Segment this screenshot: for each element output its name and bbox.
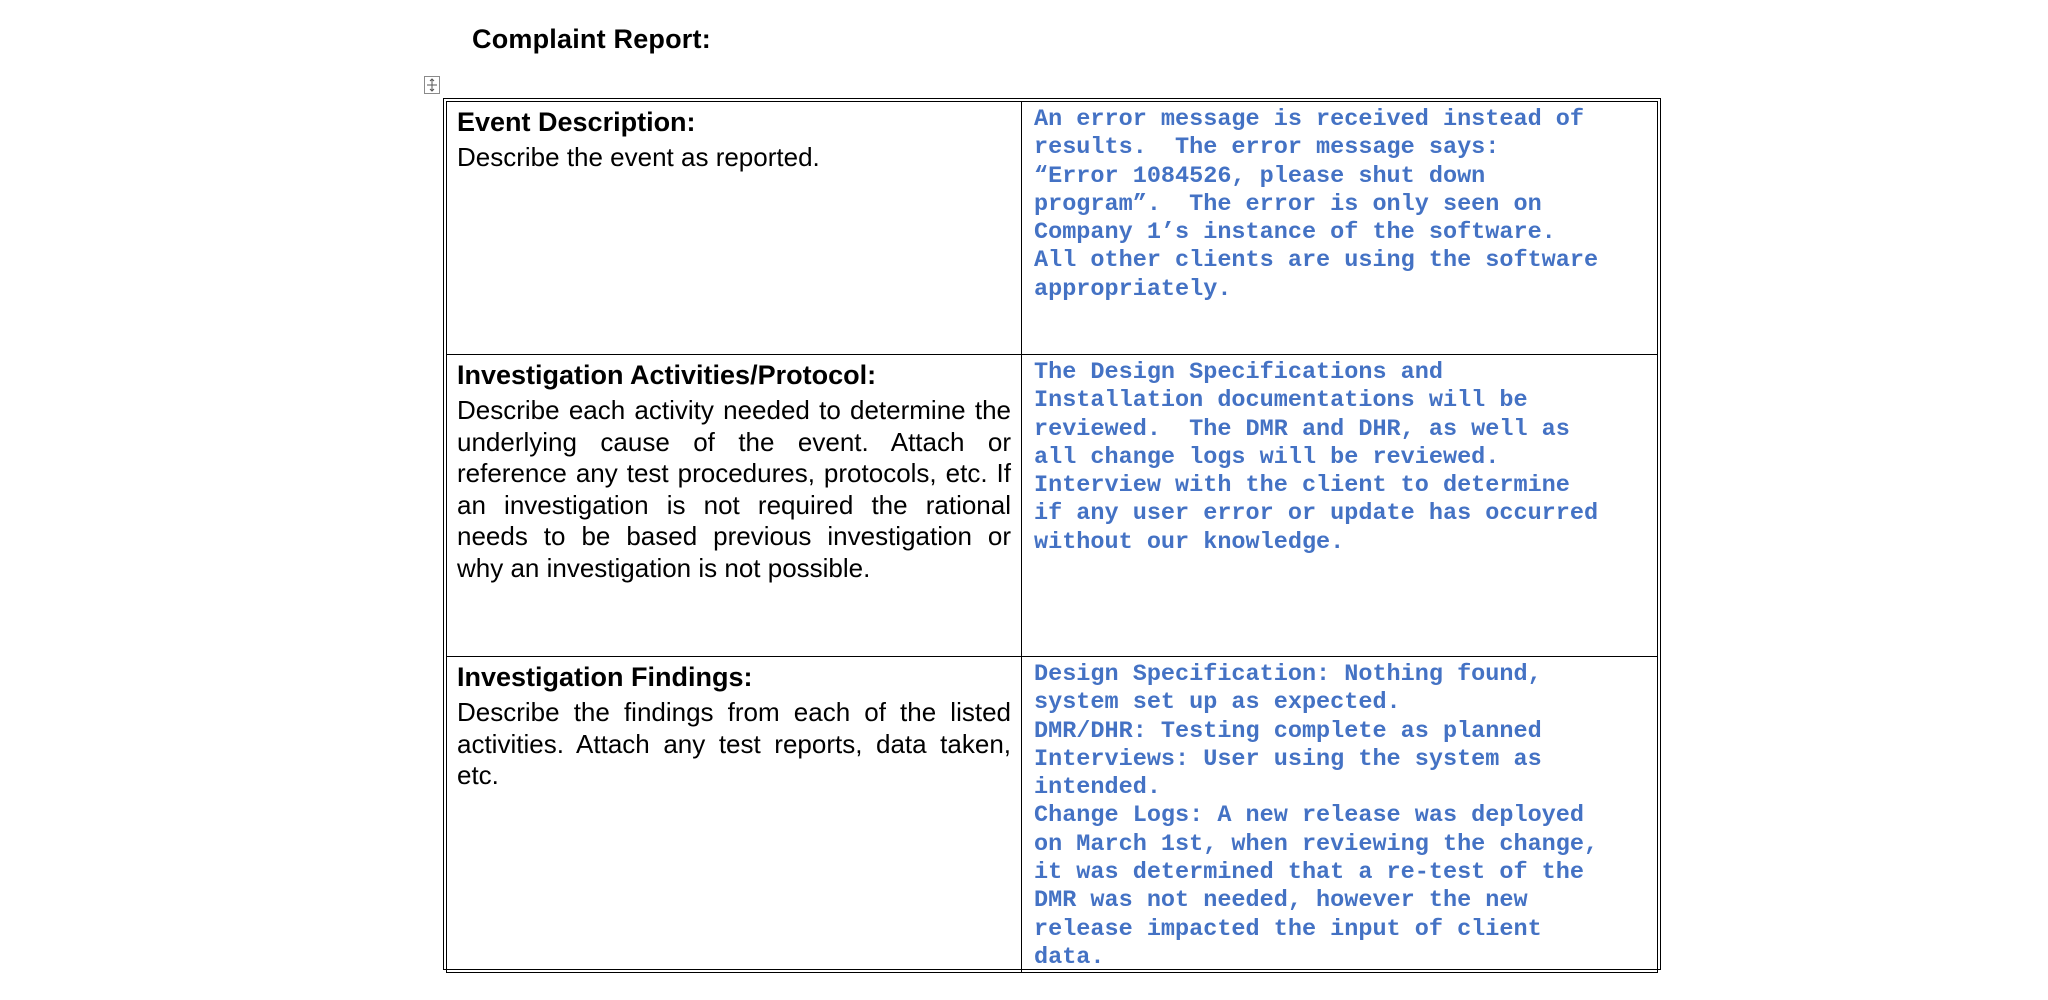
section-instructions: Describe the event as reported. (457, 142, 820, 172)
table-cell-prompt[interactable]: Investigation Findings: Describe the fin… (446, 655, 1022, 974)
table-row-event-description: Event Description: Describe the event as… (446, 101, 1658, 355)
table-move-handle-icon[interactable] (424, 76, 440, 94)
table-cell-prompt[interactable]: Investigation Activities/Protocol: Descr… (446, 354, 1022, 657)
section-heading: Investigation Findings: (457, 662, 753, 692)
table-row-investigation-findings: Investigation Findings: Describe the fin… (446, 655, 1658, 974)
section-heading: Event Description: (457, 107, 696, 137)
event-description-response[interactable]: An error message is received instead of … (1034, 106, 1647, 304)
investigation-findings-response[interactable]: Design Specification: Nothing found, sys… (1034, 661, 1647, 972)
section-instructions: Describe each activity needed to determi… (457, 395, 1011, 583)
table-cell-response[interactable]: Design Specification: Nothing found, sys… (1021, 655, 1658, 974)
investigation-activities-response[interactable]: The Design Specifications and Installati… (1034, 359, 1647, 557)
table-row-investigation-activities: Investigation Activities/Protocol: Descr… (446, 354, 1658, 657)
table-cell-response[interactable]: An error message is received instead of … (1021, 101, 1658, 355)
table-cell-response[interactable]: The Design Specifications and Installati… (1021, 354, 1658, 657)
page-title: Complaint Report: (472, 24, 711, 54)
complaint-report-table: Event Description: Describe the event as… (443, 98, 1661, 974)
section-instructions: Describe the findings from each of the l… (457, 697, 1011, 790)
table-cell-prompt[interactable]: Event Description: Describe the event as… (446, 101, 1022, 355)
section-heading: Investigation Activities/Protocol: (457, 360, 877, 390)
